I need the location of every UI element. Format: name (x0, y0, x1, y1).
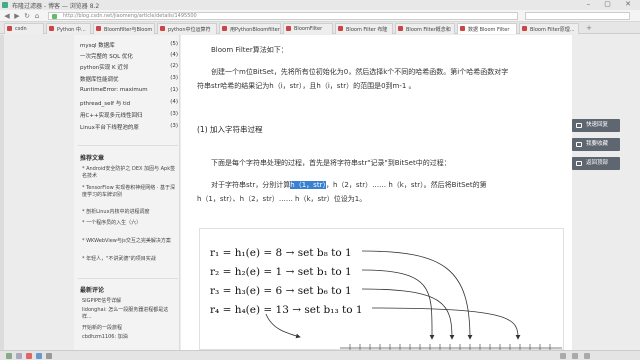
blog-sidebar: mysql 数据库 (5) 一次完整的 SQL 优化 (4) python实现 K … (74, 35, 180, 350)
diagram-row: r₃ = h₃(e) = 6 → set b₆ to 1 (210, 285, 352, 297)
sidebar-category-item[interactable]: RuntimeError: maximum (1) (80, 87, 178, 93)
diagram-svg: r₁ = h₁(e) = 8 → set b₈ to 1 r₂ = h₂(e) … (210, 247, 562, 351)
recommended-article[interactable]: * 年轻人，"不讲武德"的项目实战 (82, 256, 176, 263)
sidebar-category-item[interactable]: python实现 K 近邻 (2) (80, 63, 178, 71)
paragraph-3b: h（1，str）、h（2，str）…… h（k，str）位设为1。 (197, 195, 367, 203)
tab-favicon-icon (160, 26, 165, 31)
recommended-heading: 推荐文章 (80, 155, 105, 162)
sidebar-category-item[interactable]: Linux平台下线程池的原 (3) (80, 123, 178, 131)
diagram-arrow (361, 269, 435, 340)
tab-7[interactable]: Bloom Filter概念和 (395, 23, 455, 34)
status-menu-icon[interactable] (584, 353, 590, 359)
status-sound-icon[interactable] (572, 353, 578, 359)
comment-item[interactable]: cbdhzm1106: 加油 (82, 334, 176, 341)
sidebar-category-item[interactable]: 一次完整的 SQL 优化 (4) (80, 52, 178, 60)
section-heading: (1) 加入字符串过程 (197, 125, 263, 134)
recommended-article[interactable]: * WKWebView与js交互之完美解决方案 (82, 238, 176, 245)
diagram-arrow (361, 288, 455, 340)
forward-icon[interactable]: ▶ (13, 12, 21, 20)
tab-0[interactable]: csdn (4, 23, 44, 34)
recommended-article[interactable]: * 一个程序员的入生（六） (82, 220, 176, 227)
tab-3[interactable]: python中位运算符 (157, 23, 217, 34)
sidebar-category-item[interactable]: 数据库性能调优 (3) (80, 75, 178, 83)
tab-8-active[interactable]: 数据 Bloom Filter (457, 23, 517, 34)
status-bar (0, 350, 640, 360)
address-toolbar: ◀ ▶ ↻ ⌂ http://blog.csdn.net/jiaomeng/ar… (0, 10, 640, 22)
window-title: 布隆过滤器 - 博客 — 浏览器 8.2 (12, 3, 100, 10)
selected-text: h（1，str） (290, 181, 326, 189)
site-security-icon (52, 14, 57, 19)
tab-4[interactable]: 用PythonBloomfilter (219, 23, 281, 34)
star-icon (576, 142, 582, 147)
arrow-up-icon (576, 161, 582, 166)
favorite-button[interactable]: 我要收藏 (572, 138, 620, 151)
back-to-top-button[interactable]: 返回顶部 (572, 157, 620, 170)
sidebar-divider (78, 278, 178, 279)
recommended-article[interactable]: * 剖析Linux内核中的进程调度 (82, 209, 176, 216)
tab-2[interactable]: Bloomfilter与Bloom (93, 23, 155, 34)
tab-favicon-icon (96, 26, 101, 31)
right-float-panel: 快速回复 我要收藏 返回顶部 (572, 35, 640, 350)
url-text: http://blog.csdn.net/jiaomeng/article/de… (63, 13, 197, 19)
recommended-article[interactable]: * TensorFlow 实现卷积神经网络 · 基于深度学习的车牌识别 (82, 185, 176, 199)
status-shield-icon[interactable] (6, 353, 12, 359)
back-icon[interactable]: ◀ (3, 12, 11, 20)
algorithm-intro: Bloom Filter算法如下： (211, 46, 288, 54)
diagram-arrow (371, 307, 521, 340)
diagram-arrow (265, 313, 301, 339)
window-title-bar: 布隆过滤器 - 博客 — 浏览器 8.2 – ▢ ✕ (0, 0, 640, 10)
paragraph-1b: 符串str哈希的结果记为h（i，str），且h（i，str）的范围是0到m-1 … (197, 82, 416, 90)
refresh-icon[interactable]: ↻ (23, 12, 31, 20)
new-tab-icon[interactable]: + (585, 24, 593, 32)
recommended-article[interactable]: * Android安全防护之 DEX 加固与 Apk签名技术 (82, 166, 176, 180)
tab-6[interactable]: Bloom Filter 布隆 (335, 23, 393, 34)
diagram-arrow (361, 250, 473, 340)
tab-strip: csdn Python 中... Bloomfilter与Bloom pytho… (0, 22, 640, 34)
comments-heading: 最新评论 (80, 287, 105, 294)
tab-favicon-icon (460, 26, 465, 31)
paragraph-2: 下面是每个字符串处理的过程，首先是将字符串str"记录"到BitSet中的过程： (211, 159, 451, 167)
search-input[interactable] (525, 12, 630, 20)
tab-favicon-icon (222, 26, 227, 31)
window-controls[interactable]: – ▢ ✕ (587, 0, 637, 8)
sidebar-category-item[interactable]: 用C++实现多元线性回归 (3) (80, 111, 178, 119)
bloom-filter-diagram: r₁ = h₁(e) = 8 → set b₈ to 1 r₂ = h₂(e) … (199, 228, 564, 351)
url-input[interactable]: http://blog.csdn.net/jiaomeng/article/de… (48, 12, 518, 20)
status-zoom-icon[interactable] (560, 353, 566, 359)
diagram-row: r₄ = h₄(e) = 13 → set b₁₃ to 1 (210, 304, 363, 316)
tab-favicon-icon (338, 26, 343, 31)
browser-side-strip (0, 35, 4, 350)
comment-item[interactable]: lidonghai: 怎么一段服务器进程都是这样... (82, 307, 176, 321)
status-download-icon[interactable] (16, 353, 22, 359)
status-alert-icon[interactable] (26, 353, 32, 359)
quick-reply-button[interactable]: 快速回复 (572, 119, 620, 132)
tab-favicon-icon (7, 26, 12, 31)
status-settings-icon[interactable] (46, 353, 52, 359)
tab-favicon-icon (398, 26, 403, 31)
paragraph-1a: 创建一个m位BitSet，先将所有位初始化为0，然后选择k个不同的哈希函数。第i… (211, 68, 509, 76)
status-cloud-icon[interactable] (36, 353, 42, 359)
article-content: Bloom Filter算法如下： 创建一个m位BitSet，先将所有位初始化为… (181, 35, 572, 351)
tab-1[interactable]: Python 中... (46, 23, 91, 34)
tab-favicon-icon (49, 26, 54, 31)
paragraph-3a: 对于字符串str，分别计算h（1，str），h（2，str）…… h（k，str… (211, 181, 487, 189)
tab-favicon-icon (286, 26, 291, 31)
tab-9[interactable]: Bloom Filter原理... (519, 23, 579, 34)
diagram-row: r₂ = h₂(e) = 1 → set b₁ to 1 (210, 266, 352, 278)
browser-logo-icon (2, 2, 8, 8)
sidebar-category-item[interactable]: mysql 数据库 (5) (80, 41, 178, 49)
tab-5[interactable]: BloomFilter (283, 23, 333, 34)
comment-item[interactable]: SIGPIPE信号详解 (82, 298, 176, 305)
sidebar-category-item[interactable]: pthread_self 与 tid (4) (80, 99, 178, 107)
home-icon[interactable]: ⌂ (33, 12, 41, 20)
sidebar-divider (78, 145, 178, 146)
tab-favicon-icon (522, 26, 527, 31)
diagram-row: r₁ = h₁(e) = 8 → set b₈ to 1 (210, 247, 352, 259)
comment-item[interactable]: 开始新的一段旅程 (82, 325, 176, 332)
reply-icon (576, 123, 582, 128)
